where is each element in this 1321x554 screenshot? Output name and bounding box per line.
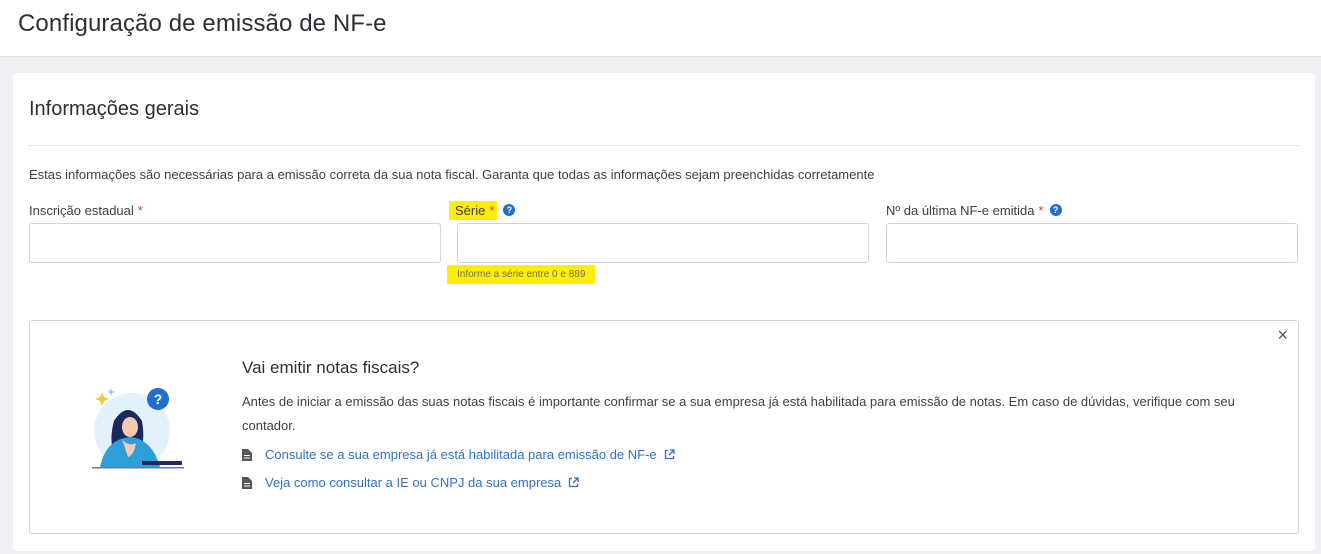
section-title: Informações gerais [29,98,200,120]
link-check-enabled[interactable]: Consulte se a sua empresa já está habili… [242,447,675,462]
ultima-nfe-input[interactable] [886,223,1298,263]
serie-input[interactable] [457,223,869,263]
link-check-enabled-label[interactable]: Consulte se a sua empresa já está habili… [265,447,657,462]
close-icon[interactable]: × [1277,325,1288,346]
inscricao-estadual-input[interactable] [29,223,441,263]
nfe-info-box: × ? Vai emitir notas fiscais? Antes de i… [29,320,1299,534]
info-title: Vai emitir notas fiscais? [242,358,420,377]
required-marker: * [1038,202,1044,218]
required-marker: * [137,202,143,218]
svg-text:?: ? [154,391,163,407]
info-text: Antes de iniciar a emissão das suas nota… [242,394,1235,433]
document-icon [242,448,252,461]
section-divider [29,145,1299,146]
section-intro: Estas informações são necessárias para a… [29,167,875,182]
serie-hint: Informe a série entre 0 e 889 [447,265,596,284]
field-ultima-nfe: Nº da última NF-e emitida * ? [886,201,1298,263]
link-check-ie-cnpj-label[interactable]: Veja como consultar a IE ou CNPJ da sua … [265,475,561,490]
help-icon[interactable]: ? [503,204,516,216]
ultima-nfe-label: Nº da última NF-e emitida * ? [886,201,1298,219]
page-title: Configuração de emissão de NF-e [18,10,387,37]
field-serie: Série * ? Informe a série entre 0 e 889 [447,200,869,284]
ultima-nfe-label-text: Nº da última NF-e emitida [886,202,1035,218]
field-inscricao-estadual: Inscrição estadual * [29,201,441,263]
serie-label-text: Série [455,202,486,218]
inscricao-estadual-label-text: Inscrição estadual [29,202,134,218]
external-link-icon [569,477,579,488]
serie-label: Série * ? [449,200,869,220]
serie-label-highlight: Série * [449,200,498,220]
general-info-card: Informações gerais Estas informações são… [13,73,1315,551]
inscricao-estadual-label: Inscrição estadual * [29,201,441,219]
document-icon [242,476,252,489]
page-header: Configuração de emissão de NF-e [0,0,1321,57]
link-check-ie-cnpj[interactable]: Veja como consultar a IE ou CNPJ da sua … [242,475,579,490]
help-icon[interactable]: ? [1049,204,1062,216]
external-link-icon [664,449,675,460]
required-marker: * [489,202,495,218]
woman-thinking-illustration-icon: ? [92,388,184,469]
